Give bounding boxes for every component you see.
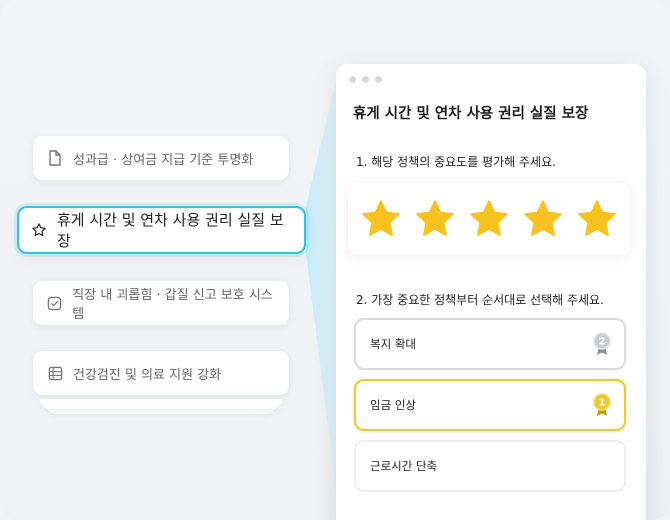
star-icon-2[interactable] [414,198,456,240]
rank-option-wage[interactable]: 임금 인상 1 [354,379,626,431]
policy-item-label: 성과급 · 상여금 지급 기준 투명화 [73,152,254,168]
star-outline-icon [31,222,47,238]
window-dots [349,76,382,83]
policy-item-label: 직장 내 괴롭힘 · 갑질 신고 보호 시스템 [72,288,273,322]
policy-item-health[interactable]: 건강검진 및 의료 지원 강화 [33,351,289,395]
list-icon [47,365,63,381]
star-icon-1[interactable] [360,198,402,240]
medal-rank: 2 [599,337,606,348]
window-dot [349,76,356,83]
star-icon-5[interactable] [576,198,618,240]
option-label: 임금 인상 [370,398,416,412]
policy-item-harassment[interactable]: 직장 내 괴롭힘 · 갑질 신고 보호 시스템 [33,281,289,325]
policy-item-label: 건강검진 및 의료 지원 강화 [73,367,222,383]
window-dot [375,76,382,83]
star-icon-3[interactable] [468,198,510,240]
policy-item-rest-leave[interactable]: 휴게 시간 및 연차 사용 권리 실질 보장 [17,206,306,254]
option-label: 근로시간 단축 [370,459,438,473]
window-dot [362,76,369,83]
survey-panel: 휴게 시간 및 연차 사용 권리 실질 보장 1. 해당 정책의 중요도를 평가… [336,64,646,520]
gold-medal-icon: 1 [593,393,611,416]
silver-medal-icon: 2 [593,332,611,355]
canvas: 성과급 · 상여금 지급 기준 투명화 휴게 시간 및 연차 사용 권리 실질 … [0,0,670,520]
policy-item-label: 휴게 시간 및 연차 사용 권리 실질 보장 [57,211,284,250]
stack-edge [40,399,282,409]
rank-option-hours[interactable]: 근로시간 단축 [354,440,626,492]
rating-card [348,183,630,255]
star-icon-4[interactable] [522,198,564,240]
checkbox-icon [47,295,62,311]
policy-item-bonus[interactable]: 성과급 · 상여금 지급 기준 투명화 [33,136,289,180]
panel-title: 휴게 시간 및 연차 사용 권리 실질 보장 [353,106,589,122]
question-1: 1. 해당 정책의 중요도를 평가해 주세요. [356,155,556,169]
document-icon [47,150,63,166]
rank-option-welfare[interactable]: 복지 확대 2 [354,318,626,370]
option-label: 복지 확대 [370,337,416,351]
question-2: 2. 가장 중요한 정책부터 순서대로 선택해 주세요. [356,293,604,307]
medal-rank: 1 [599,398,606,409]
